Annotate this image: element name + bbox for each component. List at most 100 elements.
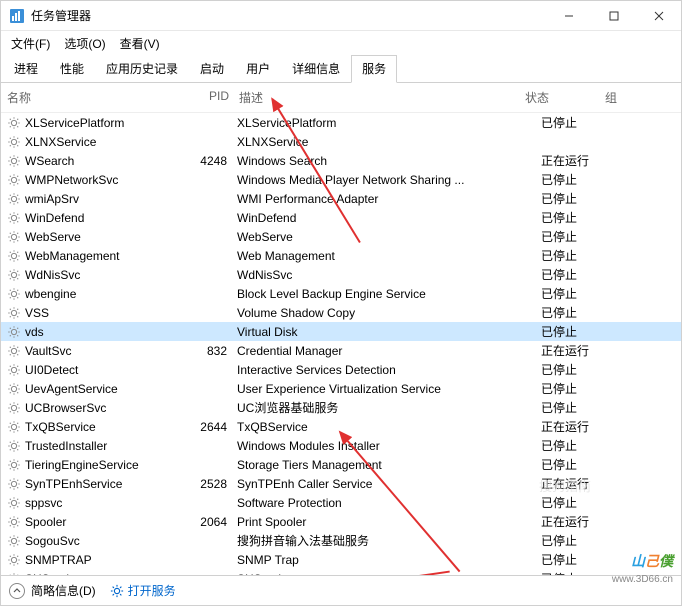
cell-desc: UC浏览器基础服务 (237, 399, 541, 416)
cell-pid: 2064 (185, 515, 237, 529)
minimize-button[interactable] (546, 1, 591, 31)
cell-desc: 搜狗拼音输入法基础服务 (237, 532, 541, 549)
cell-status: 已停止 (541, 190, 621, 207)
menu-view[interactable]: 查看(V) (114, 33, 166, 54)
service-row[interactable]: SHServiceSHService已停止 (1, 569, 681, 575)
cell-name: WebServe (25, 230, 185, 244)
open-services-link[interactable]: 打开服务 (110, 582, 176, 599)
cell-desc: WebServe (237, 230, 541, 244)
title-bar[interactable]: 任务管理器 (1, 1, 681, 31)
close-button[interactable] (636, 1, 681, 31)
cell-name: WebManagement (25, 249, 185, 263)
cell-name: SNMPTRAP (25, 553, 185, 567)
menu-file[interactable]: 文件(F) (5, 33, 56, 54)
tab-5[interactable]: 详细信息 (281, 55, 351, 83)
fewer-details-button[interactable]: 简略信息(D) (9, 582, 96, 599)
cell-status: 已停止 (541, 209, 621, 226)
tab-6[interactable]: 服务 (351, 55, 397, 83)
service-row[interactable]: sppsvcSoftware Protection已停止 (1, 493, 681, 512)
tab-4[interactable]: 用户 (235, 55, 281, 83)
cell-status: 已停止 (541, 247, 621, 264)
task-manager-window: 任务管理器 文件(F) 选项(O) 查看(V) 进程性能应用历史记录启动用户详细… (0, 0, 682, 606)
service-row[interactable]: XLServicePlatformXLServicePlatform已停止 (1, 113, 681, 132)
window-title: 任务管理器 (31, 7, 546, 24)
service-row[interactable]: VaultSvc832Credential Manager正在运行 (1, 341, 681, 360)
col-pid-header[interactable]: PID (187, 89, 239, 106)
service-row[interactable]: wbengineBlock Level Backup Engine Servic… (1, 284, 681, 303)
cell-name: UCBrowserSvc (25, 401, 185, 415)
services-list[interactable]: XLServicePlatformXLServicePlatform已停止XLN… (1, 113, 681, 575)
service-row[interactable]: UevAgentServiceUser Experience Virtualiz… (1, 379, 681, 398)
service-row[interactable]: WebServeWebServe已停止 (1, 227, 681, 246)
cell-status: 已停止 (541, 361, 621, 378)
tab-2[interactable]: 应用历史记录 (95, 55, 189, 83)
cell-pid: 2644 (185, 420, 237, 434)
cell-status: 已停止 (541, 114, 621, 131)
cell-desc: Windows Modules Installer (237, 439, 541, 453)
cell-status: 已停止 (541, 171, 621, 188)
col-name-header[interactable]: 名称 (7, 89, 187, 106)
cell-desc: WinDefend (237, 211, 541, 225)
cell-status: 已停止 (541, 456, 621, 473)
cell-desc: SHService (237, 572, 541, 576)
cell-desc: TxQBService (237, 420, 541, 434)
cell-name: TieringEngineService (25, 458, 185, 472)
maximize-button[interactable] (591, 1, 636, 31)
cell-status: 已停止 (541, 266, 621, 283)
service-row[interactable]: VSSVolume Shadow Copy已停止 (1, 303, 681, 322)
service-row[interactable]: SNMPTRAPSNMP Trap已停止 (1, 550, 681, 569)
tab-1[interactable]: 性能 (49, 55, 95, 83)
cell-status: 已停止 (541, 399, 621, 416)
cell-status: 已停止 (541, 437, 621, 454)
cell-name: wmiApSrv (25, 192, 185, 206)
menu-options[interactable]: 选项(O) (58, 33, 111, 54)
cell-pid: 832 (185, 344, 237, 358)
service-row[interactable]: TieringEngineService Storage Tiers Manage… (1, 455, 681, 474)
service-row[interactable]: WSearch4248Windows Search正在运行 (1, 151, 681, 170)
cell-desc: Interactive Services Detection (237, 363, 541, 377)
cell-status: 正在运行 (541, 513, 621, 530)
service-row[interactable]: TxQBService2644TxQBService正在运行 (1, 417, 681, 436)
cell-name: TrustedInstaller (25, 439, 185, 453)
service-row[interactable]: XLNXServiceXLNXService (1, 132, 681, 151)
window-controls (546, 1, 681, 31)
service-row[interactable]: UCBrowserSvc UC浏览器基础服务已停止 (1, 398, 681, 417)
cell-status: 已停止 (541, 304, 621, 321)
tab-0[interactable]: 进程 (3, 55, 49, 83)
service-row[interactable]: wmiApSrvWMI Performance Adapter已停止 (1, 189, 681, 208)
service-row[interactable]: SogouSvc搜狗拼音输入法基础服务已停止 (1, 531, 681, 550)
cell-name: vds (25, 325, 185, 339)
cell-status: 正在运行 (541, 152, 621, 169)
service-row[interactable]: WMPNetworkSvcWindows Media Player Networ… (1, 170, 681, 189)
fewer-details-label: 简略信息(D) (31, 582, 96, 599)
tab-3[interactable]: 启动 (189, 55, 235, 83)
service-row[interactable]: TrustedInstaller Windows Modules Installe… (1, 436, 681, 455)
service-row[interactable]: WebManagementWeb Management已停止 (1, 246, 681, 265)
service-row[interactable]: WinDefendWinDefend已停止 (1, 208, 681, 227)
cell-pid: 4248 (185, 154, 237, 168)
cell-desc: XLServicePlatform (237, 116, 541, 130)
service-row[interactable]: vdsVirtual Disk已停止 (1, 322, 681, 341)
cell-desc: Storage Tiers Management (237, 458, 541, 472)
chevron-up-icon (9, 583, 25, 599)
cell-name: XLNXService (25, 135, 185, 149)
cell-name: VaultSvc (25, 344, 185, 358)
cell-status: 已停止 (541, 285, 621, 302)
service-row[interactable]: SynTPEnhService2528SynTPEnh Caller Servi… (1, 474, 681, 493)
cell-desc: Volume Shadow Copy (237, 306, 541, 320)
service-row[interactable]: Spooler2064Print Spooler正在运行 (1, 512, 681, 531)
tab-bar: 进程性能应用历史记录启动用户详细信息服务 (1, 55, 681, 83)
cell-status: 正在运行 (541, 342, 621, 359)
cell-desc: Windows Search (237, 154, 541, 168)
cell-status: 正在运行 (541, 418, 621, 435)
footer-bar: 简略信息(D) 打开服务 (1, 575, 681, 605)
cell-status: 已停止 (541, 323, 621, 340)
cell-status: 已停止 (541, 380, 621, 397)
col-status-header[interactable]: 状态 (525, 89, 605, 106)
col-group-header[interactable]: 组 (605, 89, 665, 106)
col-desc-header[interactable]: 描述 (239, 89, 525, 106)
cell-name: UevAgentService (25, 382, 185, 396)
service-row[interactable]: UI0DetectInteractive Services Detection已… (1, 360, 681, 379)
service-row[interactable]: WdNisSvcWdNisSvc已停止 (1, 265, 681, 284)
cell-status: 已停止 (541, 228, 621, 245)
